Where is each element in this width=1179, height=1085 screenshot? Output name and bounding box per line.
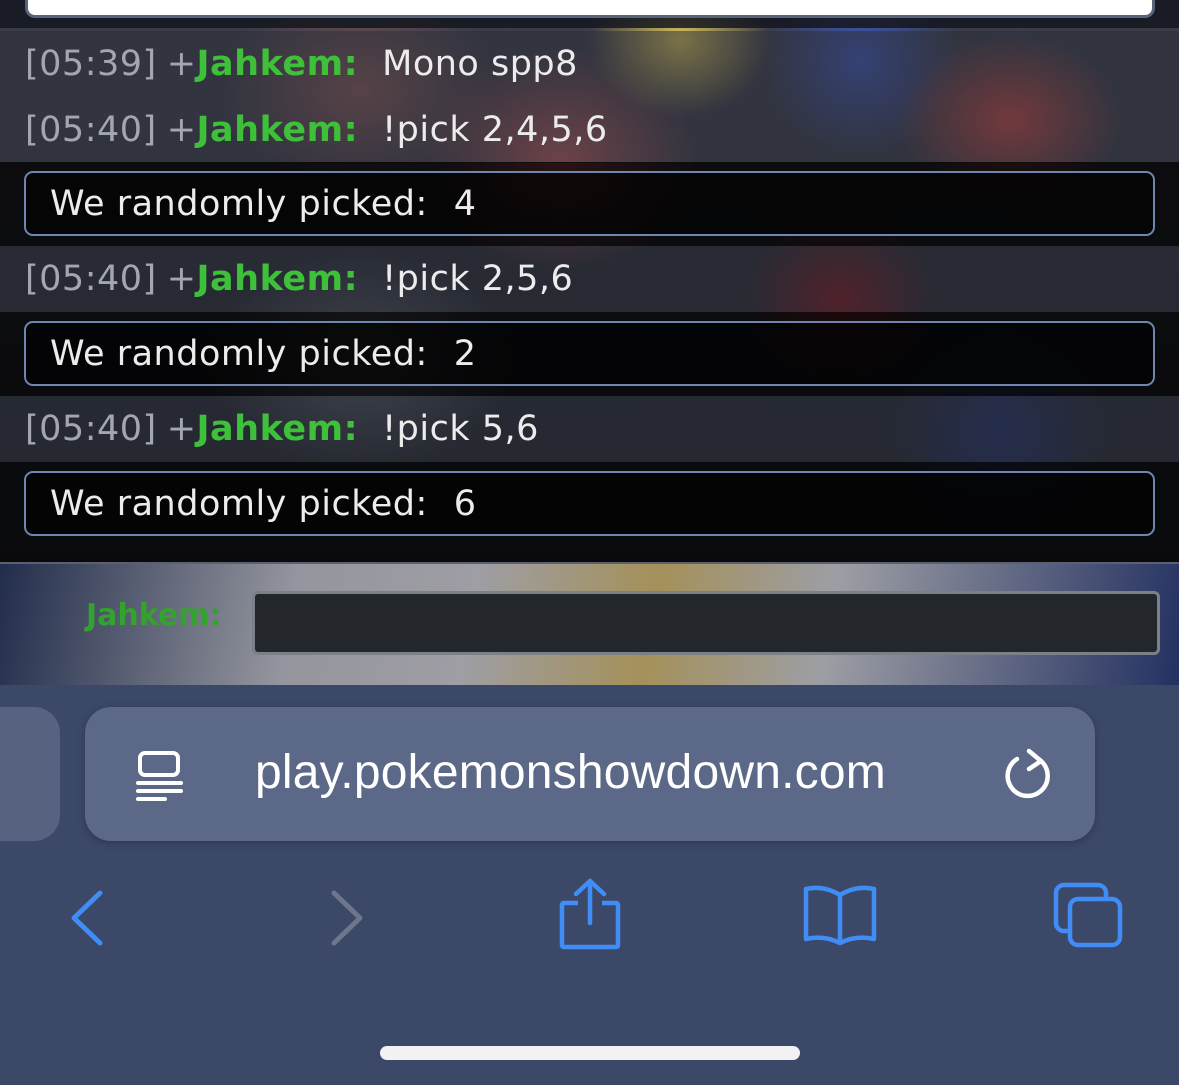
forward-icon[interactable] (324, 887, 368, 949)
pick-value: 2 (453, 333, 477, 374)
message-timestamp: [05:39] (25, 44, 157, 84)
chat-message-input[interactable] (252, 591, 1160, 655)
pick-result-box: We randomly picked: 4 (24, 171, 1155, 236)
chat-log[interactable]: [05:39] + Jahkem: Mono spp8 [05:40] + Ja… (0, 0, 1179, 564)
url-text[interactable]: play.pokemonshowdown.com (255, 745, 886, 800)
chat-message: [05:39] + Jahkem: Mono spp8 (0, 31, 1179, 97)
message-timestamp: [05:40] (25, 110, 157, 150)
message-text: !pick 2,4,5,6 (382, 110, 608, 150)
user-rank: + (166, 110, 197, 150)
chat-message: [05:40] + Jahkem: !pick 5,6 (0, 396, 1179, 462)
chat-divider (0, 562, 1179, 564)
message-username[interactable]: Jahkem: (197, 259, 359, 299)
pick-label: We randomly picked: (50, 183, 428, 224)
message-username[interactable]: Jahkem: (197, 44, 359, 84)
bookmarks-icon[interactable] (800, 883, 880, 947)
pick-result-row: We randomly picked: 2 (0, 312, 1179, 396)
share-icon[interactable] (556, 877, 624, 951)
pick-result-box: We randomly picked: 6 (24, 471, 1155, 536)
message-timestamp: [05:40] (25, 259, 157, 299)
pick-value: 6 (453, 483, 477, 524)
user-rank: + (166, 409, 197, 449)
reload-icon[interactable] (1001, 747, 1055, 801)
chat-top-input[interactable] (25, 0, 1155, 18)
pick-result-row: We randomly picked: 4 (0, 162, 1179, 246)
chat-message: [05:40] + Jahkem: !pick 2,4,5,6 (0, 97, 1179, 163)
message-username[interactable]: Jahkem: (197, 110, 359, 150)
pick-value: 4 (453, 183, 477, 224)
message-text: !pick 2,5,6 (382, 259, 574, 299)
compose-username: Jahkem: (86, 598, 222, 633)
pick-result-box: We randomly picked: 2 (24, 321, 1155, 386)
message-text: Mono spp8 (382, 44, 578, 84)
browser-toolbar: play.pokemonshowdown.com (0, 685, 1179, 1085)
chat-message: [05:40] + Jahkem: !pick 2,5,6 (0, 246, 1179, 312)
tabs-icon[interactable] (1052, 881, 1126, 951)
address-bar[interactable]: play.pokemonshowdown.com (85, 707, 1095, 841)
back-icon[interactable] (66, 887, 110, 949)
message-text: !pick 5,6 (382, 409, 539, 449)
pick-label: We randomly picked: (50, 333, 428, 374)
pick-label: We randomly picked: (50, 483, 428, 524)
user-rank: + (166, 44, 197, 84)
user-rank: + (166, 259, 197, 299)
message-timestamp: [05:40] (25, 409, 157, 449)
pick-result-row: We randomly picked: 6 (0, 462, 1179, 562)
previous-tab-pill[interactable] (0, 707, 60, 841)
reader-mode-icon[interactable] (135, 749, 185, 801)
home-indicator[interactable] (380, 1046, 800, 1060)
message-username[interactable]: Jahkem: (197, 409, 359, 449)
